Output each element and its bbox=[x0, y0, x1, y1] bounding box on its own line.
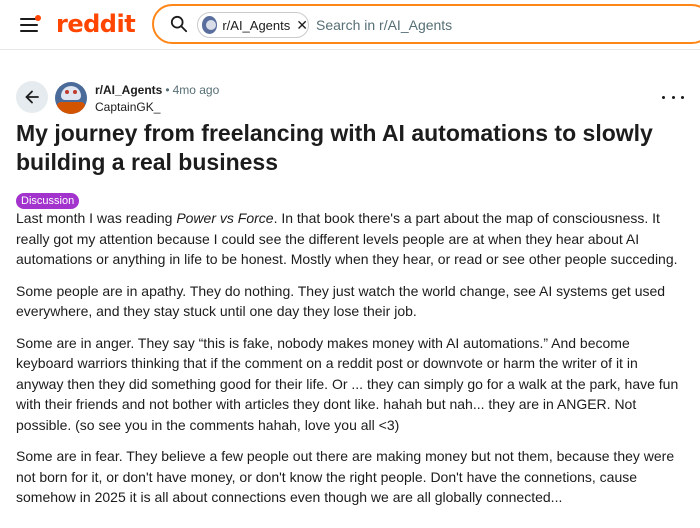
subreddit-filter-chip[interactable]: r/AI_Agents ✕ bbox=[197, 12, 309, 38]
top-bar: reddit r/AI_Agents ✕ bbox=[0, 0, 700, 50]
subreddit-chip-avatar bbox=[202, 16, 218, 34]
logo-text: reddit bbox=[56, 10, 136, 38]
subreddit-link[interactable]: r/AI_Agents bbox=[95, 83, 162, 97]
hamburger-menu-icon[interactable] bbox=[18, 14, 41, 36]
body-paragraph-2: Some people are in apathy. They do nothi… bbox=[16, 282, 666, 320]
post-time: 4mo ago bbox=[172, 83, 220, 97]
body-paragraph-3: Some are in anger. They say “this is fak… bbox=[16, 334, 679, 433]
search-bar[interactable]: r/AI_Agents ✕ bbox=[152, 4, 700, 44]
reddit-logo[interactable]: reddit bbox=[56, 8, 136, 40]
arrow-left-icon bbox=[25, 90, 39, 104]
subreddit-chip-label: r/AI_Agents bbox=[222, 17, 291, 33]
search-icon bbox=[170, 15, 188, 33]
subreddit-avatar[interactable] bbox=[55, 82, 87, 114]
more-horizontal-icon[interactable] bbox=[662, 88, 684, 106]
search-input[interactable] bbox=[316, 12, 696, 38]
author-link[interactable]: CaptainGK_ bbox=[95, 100, 160, 114]
book-title: Power vs Force bbox=[176, 210, 274, 226]
body-paragraph-4: Some are in fear. They believe a few peo… bbox=[16, 448, 675, 505]
post-body: Last month I was reading Power vs Force.… bbox=[16, 208, 686, 519]
close-icon[interactable]: ✕ bbox=[296, 18, 308, 32]
back-button[interactable] bbox=[16, 81, 48, 113]
post-title: My journey from freelancing with AI auto… bbox=[16, 120, 653, 175]
body-paragraph-1: Last month I was reading Power vs Force.… bbox=[16, 210, 678, 267]
meta-separator: • bbox=[165, 83, 170, 97]
post-meta: r/AI_Agents • 4mo ago bbox=[95, 83, 219, 97]
post-flair[interactable]: Discussion bbox=[16, 193, 80, 209]
